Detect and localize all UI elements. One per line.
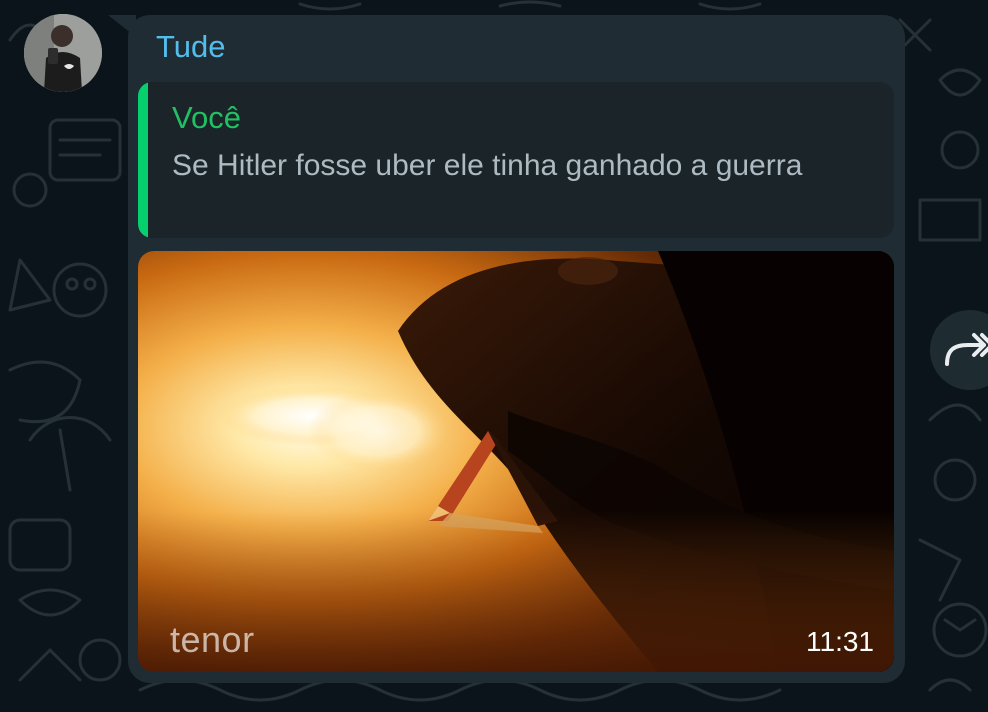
gif-media[interactable]: tenor 11:31 <box>138 251 894 672</box>
forward-arrow-icon <box>945 333 988 366</box>
tenor-watermark: tenor <box>170 619 255 660</box>
gif-frame <box>138 251 894 672</box>
message-timestamp: 11:31 <box>806 626 874 657</box>
quoted-message[interactable]: Você Se Hitler fosse uber ele tinha ganh… <box>138 82 894 238</box>
quote-accent-bar <box>138 82 148 238</box>
sender-name[interactable]: Tude <box>156 29 226 65</box>
sender-avatar[interactable] <box>24 14 102 92</box>
quoted-text: Se Hitler fosse uber ele tinha ganhado a… <box>172 149 803 182</box>
avatar-photo <box>24 14 102 92</box>
quoted-author: Você <box>172 100 241 135</box>
